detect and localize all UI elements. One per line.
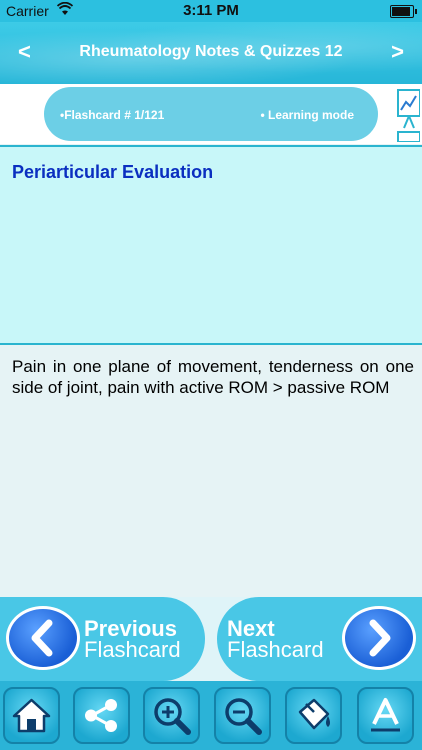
zoom-in-icon — [154, 698, 191, 735]
previous-arrow-button[interactable] — [6, 606, 80, 670]
next-flashcard-label: Next Flashcard — [227, 618, 324, 662]
question-panel: Periarticular Evaluation — [0, 145, 422, 345]
next-arrow-button[interactable] — [342, 606, 416, 670]
mode-label: • Learning mode — [260, 108, 354, 122]
next-flashcard-button[interactable]: Next Flashcard — [217, 597, 422, 681]
info-strip: •Flashcard # 1/121 • Learning mode — [0, 84, 422, 144]
status-bar: Carrier 3:11 PM — [0, 0, 422, 22]
nav-forward-button[interactable]: > — [391, 38, 404, 66]
home-icon — [12, 698, 51, 733]
home-button[interactable] — [3, 687, 60, 744]
nav-back-button[interactable]: < — [18, 38, 31, 66]
previous-label-line2: Flashcard — [84, 637, 181, 662]
flashcard-question: Periarticular Evaluation — [12, 162, 214, 182]
flashcard-answer: Pain in one plane of movement, tendernes… — [12, 357, 414, 397]
chevron-left-icon — [31, 619, 53, 657]
info-pill: •Flashcard # 1/121 • Learning mode — [44, 87, 378, 141]
answer-panel: Pain in one plane of movement, tendernes… — [0, 346, 422, 596]
chevron-right-icon — [369, 619, 391, 657]
presentation-board-icon — [397, 89, 420, 142]
theme-color-button[interactable] — [285, 687, 342, 744]
bottom-toolbar — [0, 681, 422, 750]
navigation-bar: < Rheumatology Notes & Quizzes 12 > — [0, 22, 422, 84]
zoom-out-button[interactable] — [214, 687, 271, 744]
paint-bucket-icon — [298, 698, 330, 730]
page-title: Rheumatology Notes & Quizzes 12 — [79, 43, 343, 60]
next-label-line2: Flashcard — [227, 637, 324, 662]
font-button[interactable] — [357, 687, 414, 744]
previous-flashcard-label: Previous Flashcard — [84, 618, 181, 662]
share-icon — [85, 699, 117, 732]
zoom-in-button[interactable] — [143, 687, 200, 744]
zoom-out-icon — [225, 698, 262, 735]
clock: 3:11 PM — [183, 2, 239, 19]
share-button[interactable] — [73, 687, 130, 744]
flashcard-counter: •Flashcard # 1/121 — [60, 108, 165, 122]
battery-icon — [390, 5, 417, 18]
font-icon — [371, 698, 400, 732]
card-navigation: Previous Flashcard Next Flashcard — [0, 597, 422, 681]
previous-flashcard-button[interactable]: Previous Flashcard — [0, 597, 205, 681]
